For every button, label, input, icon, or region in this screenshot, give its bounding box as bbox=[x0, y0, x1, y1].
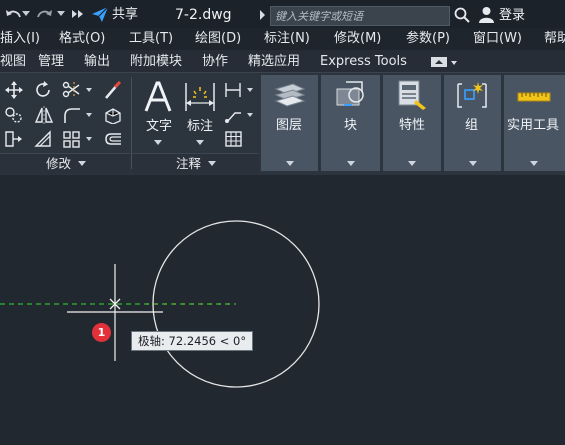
redo-dropdown-icon[interactable] bbox=[57, 11, 65, 17]
document-title: 7-2.dwg bbox=[175, 7, 232, 23]
properties-icon bbox=[398, 80, 426, 110]
groups-panel-label: 组 bbox=[465, 118, 479, 133]
erase-icon[interactable] bbox=[103, 81, 123, 99]
explode-icon[interactable] bbox=[103, 106, 123, 124]
block-icon bbox=[336, 81, 364, 106]
menu-window[interactable]: 窗口(W) bbox=[473, 28, 522, 50]
layers-dropdown-icon bbox=[286, 161, 294, 166]
text-button-label[interactable]: 文字 bbox=[146, 119, 172, 135]
menu-dimension[interactable]: 标注(N) bbox=[264, 28, 310, 50]
annotate-panel-label[interactable]: 注释 bbox=[176, 153, 201, 175]
mirror-icon[interactable] bbox=[34, 106, 54, 124]
search-box[interactable] bbox=[270, 6, 450, 26]
layers-icon bbox=[274, 83, 306, 107]
array-icon[interactable] bbox=[62, 130, 82, 148]
tab-express-tools[interactable]: Express Tools bbox=[320, 50, 407, 74]
dimension-dropdown-icon[interactable] bbox=[196, 140, 204, 145]
drawing-canvas[interactable] bbox=[0, 174, 565, 445]
move-icon[interactable] bbox=[4, 81, 24, 99]
utilities-dropdown-icon bbox=[530, 161, 538, 166]
ribbon: 修改 文字 标注 注释 图层 块 特性 组 实用工具 bbox=[0, 72, 565, 175]
text-icon[interactable] bbox=[143, 81, 173, 113]
search-input[interactable] bbox=[273, 7, 449, 25]
modify-panel-label[interactable]: 修改 bbox=[46, 153, 71, 175]
redo-icon[interactable] bbox=[36, 7, 54, 21]
tab-manage[interactable]: 管理 bbox=[38, 50, 64, 74]
menu-help[interactable]: 帮助 bbox=[544, 28, 565, 50]
linear-dimension-icon[interactable] bbox=[224, 81, 244, 99]
tab-output[interactable]: 输出 bbox=[84, 50, 110, 74]
undo-dropdown-icon[interactable] bbox=[22, 11, 30, 17]
leader-dropdown-icon[interactable] bbox=[247, 113, 253, 117]
block-dropdown-icon bbox=[347, 161, 355, 166]
menu-bar: 插入(I) 格式(O) 工具(T) 绘图(D) 标注(N) 修改(M) 参数(P… bbox=[0, 28, 565, 50]
measure-ruler-icon bbox=[517, 92, 551, 102]
text-dropdown-icon[interactable] bbox=[154, 140, 162, 145]
modify-dropdown-icon[interactable] bbox=[78, 161, 86, 166]
array-dropdown-icon[interactable] bbox=[86, 137, 92, 141]
share-icon[interactable] bbox=[91, 6, 109, 23]
menu-insert[interactable]: 插入(I) bbox=[0, 28, 40, 50]
groups-dropdown-icon bbox=[469, 161, 477, 166]
trim-dropdown-icon[interactable] bbox=[86, 88, 92, 92]
fillet-icon[interactable] bbox=[62, 106, 82, 124]
fillet-dropdown-icon[interactable] bbox=[86, 113, 92, 117]
menu-tools[interactable]: 工具(T) bbox=[129, 28, 173, 50]
menu-draw[interactable]: 绘图(D) bbox=[195, 28, 241, 50]
panel-toggle-icon bbox=[431, 57, 457, 67]
menu-format[interactable]: 格式(O) bbox=[59, 28, 105, 50]
stretch-icon[interactable] bbox=[4, 130, 24, 148]
expand-arrow-icon[interactable] bbox=[259, 10, 266, 20]
table-icon[interactable] bbox=[224, 130, 244, 148]
more-tools-icon[interactable] bbox=[71, 9, 85, 19]
step-marker-badge: 1 bbox=[92, 323, 111, 342]
annotate-dropdown-icon[interactable] bbox=[208, 161, 216, 166]
ribbon-display-toggle[interactable] bbox=[430, 54, 458, 68]
offset-icon[interactable] bbox=[103, 130, 123, 148]
tab-collaborate[interactable]: 协作 bbox=[202, 50, 228, 74]
linear-dimension-dropdown-icon[interactable] bbox=[247, 88, 253, 92]
layers-panel-label: 图层 bbox=[276, 118, 303, 133]
undo-icon[interactable] bbox=[4, 7, 22, 21]
menu-parameters[interactable]: 参数(P) bbox=[406, 28, 450, 50]
block-panel-label: 块 bbox=[344, 118, 358, 133]
properties-dropdown-icon bbox=[408, 161, 416, 166]
copy-icon[interactable] bbox=[4, 106, 24, 124]
tab-addins[interactable]: 附加模块 bbox=[130, 50, 182, 74]
rotate-icon[interactable] bbox=[34, 81, 54, 99]
scale-icon[interactable] bbox=[34, 130, 54, 148]
utilities-panel-label: 实用工具 bbox=[507, 118, 560, 133]
title-bar: 共享 7-2.dwg 登录 bbox=[0, 0, 565, 28]
leader-icon[interactable] bbox=[224, 106, 244, 124]
menu-modify[interactable]: 修改(M) bbox=[334, 28, 381, 50]
user-icon[interactable] bbox=[478, 6, 495, 23]
group-icon bbox=[457, 82, 487, 108]
share-button[interactable]: 共享 bbox=[112, 0, 138, 30]
search-icon[interactable] bbox=[454, 7, 470, 23]
dimension-icon[interactable] bbox=[183, 81, 217, 113]
tab-view[interactable]: 视图 bbox=[0, 50, 26, 74]
tab-featured-apps[interactable]: 精选应用 bbox=[248, 50, 300, 74]
dimension-button-label[interactable]: 标注 bbox=[187, 119, 213, 135]
ribbon-tab-bar: 视图 管理 输出 附加模块 协作 精选应用 Express Tools bbox=[0, 50, 565, 72]
trim-icon[interactable] bbox=[62, 81, 82, 99]
properties-panel-label: 特性 bbox=[399, 118, 426, 133]
polar-tooltip: 极轴: 72.2456 < 0° bbox=[131, 331, 254, 351]
